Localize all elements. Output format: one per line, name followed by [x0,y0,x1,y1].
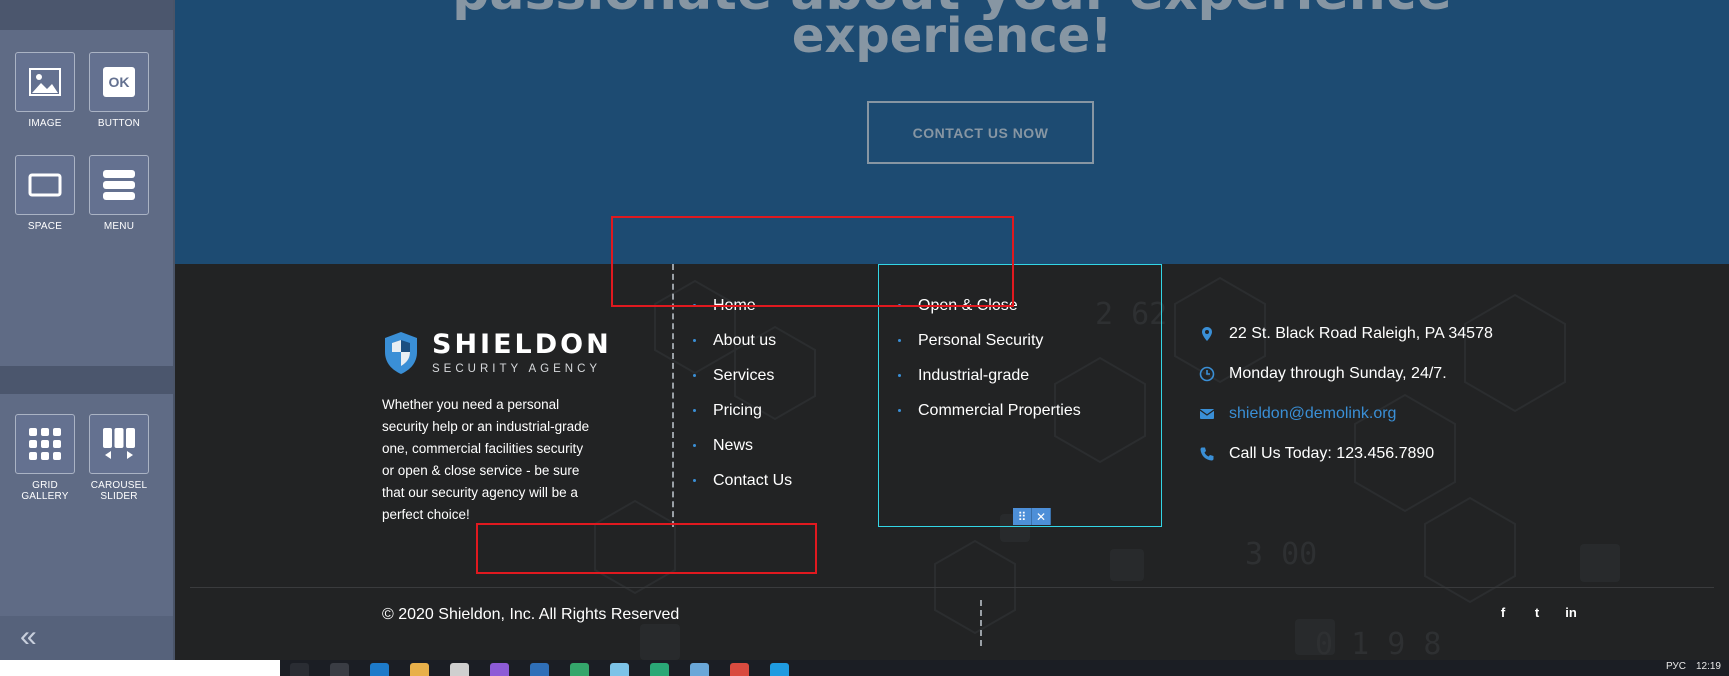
social-links: f t in [1495,604,1579,620]
hours-text: Monday through Sunday, 24/7. [1229,365,1447,382]
space-icon [15,155,75,215]
windows-taskbar: РУС 12:19 [0,660,1729,676]
bullet-icon [693,479,696,482]
phone-icon [1200,447,1214,461]
footer-nav-news[interactable]: News [693,428,792,463]
widget-button[interactable]: OK BUTTON [74,52,164,129]
widget-carousel-slider[interactable]: CAROUSEL SLIDER [74,414,164,502]
edge-icon[interactable] [650,663,669,676]
annotation-box-top [611,216,1014,307]
footer-service-label: Industrial-grade [918,367,1030,384]
drag-handle-icon[interactable]: ⠿ [1013,508,1032,525]
menu-icon [89,155,149,215]
contact-hours: Monday through Sunday, 24/7. [1199,364,1493,404]
bullet-icon [693,409,696,412]
panel-section-divider [0,366,175,394]
ie-icon[interactable] [370,663,389,676]
bullet-icon [693,339,696,342]
widget-menu[interactable]: MENU [74,155,164,232]
panel-header-strip [0,0,175,30]
footer-nav-label: About us [713,332,777,349]
map-marker-icon [1202,327,1212,341]
ok-button-icon: OK [89,52,149,112]
task-view-icon[interactable] [330,663,349,676]
contact-address: 22 St. Black Road Raleigh, PA 34578 [1199,324,1493,364]
bullet-icon [693,374,696,377]
system-tray: РУС 12:19 [1666,661,1721,672]
brand-description: Whether you need a personal security hel… [382,397,590,522]
search-icon[interactable] [290,663,309,676]
calculator-icon[interactable] [690,663,709,676]
footer-service-commercial[interactable]: Commercial Properties [898,393,1081,428]
file-explorer-icon[interactable] [410,663,429,676]
hero-headline: experience! [791,8,1113,64]
chrome-icon[interactable] [730,663,749,676]
footer-nav-contact[interactable]: Contact Us [693,463,792,498]
brand-name: SHIELDON [432,329,612,360]
footer-service-label: Personal Security [918,332,1044,349]
taskbar-pinned-apps [290,663,789,676]
grid-gallery-icon [15,414,75,474]
annotation-box-bottom [476,523,817,574]
taskbar-search-input[interactable] [0,660,280,676]
contact-us-now-button[interactable]: CONTACT US NOW [867,101,1094,164]
footer-service-label: Commercial Properties [918,402,1081,419]
contact-email[interactable]: shieldon@demolink.org [1199,404,1493,444]
footer-divider-line [190,587,1714,588]
shieldon-logo[interactable]: SHIELDON SECURITY AGENCY [382,330,612,376]
collapse-panel-icon[interactable]: « [20,622,37,652]
footer-nav-label: News [713,437,754,454]
mail-icon[interactable] [530,663,549,676]
email-link[interactable]: shieldon@demolink.org [1229,405,1396,422]
app-icon[interactable] [610,663,629,676]
carousel-slider-icon [89,414,149,474]
skype-icon[interactable] [770,663,789,676]
widget-label: BUTTON [97,118,141,129]
language-indicator[interactable]: РУС [1666,661,1686,672]
close-icon[interactable]: ✕ [1032,508,1051,525]
bullet-icon [693,444,696,447]
widget-label: MENU [103,221,135,232]
ok-label: OK [103,67,135,97]
phone-text: Call Us Today: 123.456.7890 [1229,445,1435,462]
footer-services-list: Open & Close Personal Security Industria… [898,288,1081,428]
bullet-icon [898,339,901,342]
address-text: 22 St. Black Road Raleigh, PA 34578 [1229,325,1493,342]
facebook-icon[interactable]: f [1495,604,1511,620]
clock-icon [1199,366,1215,382]
footer-nav-label: Pricing [713,402,762,419]
clock-text[interactable]: 12:19 [1696,661,1721,672]
widget-label: CAROUSEL SLIDER [90,480,148,502]
envelope-icon [1199,409,1215,419]
image-icon [15,52,75,112]
linkedin-icon[interactable]: in [1563,604,1579,620]
footer-nav-label: Contact Us [713,472,793,489]
footer-nav-about[interactable]: About us [693,323,792,358]
footer-nav-label: Services [713,367,775,384]
footer-section: 2 62 3 00 0 1 9 8 SHIELDON SECURITY AGEN… [175,264,1729,660]
bullet-icon [898,374,901,377]
app-icon[interactable] [570,663,589,676]
twitter-icon[interactable]: t [1529,604,1545,620]
bottom-divider [980,600,982,646]
store-icon[interactable] [450,663,469,676]
contact-phone: Call Us Today: 123.456.7890 [1199,444,1493,484]
bullet-icon [898,409,901,412]
footer-service-industrial-grade[interactable]: Industrial-grade [898,358,1081,393]
widget-panel: IMAGE OK BUTTON SPACE MENU GRID GALLERY … [0,0,175,660]
block-toolbar: ⠿ ✕ [1013,508,1051,525]
svg-text:0 1 9 8: 0 1 9 8 [1315,627,1441,660]
app-icon[interactable] [490,663,509,676]
svg-text:3 00: 3 00 [1245,537,1317,572]
brand-tagline: SECURITY AGENCY [432,363,602,375]
footer-nav-services[interactable]: Services [693,358,792,393]
shield-logo-icon [385,332,417,374]
footer-nav-pricing[interactable]: Pricing [693,393,792,428]
footer-nav-list: Home About us Services Pricing News Cont… [693,288,792,498]
copyright-text: © 2020 Shieldon, Inc. All Rights Reserve… [382,606,680,623]
footer-service-personal-security[interactable]: Personal Security [898,323,1081,358]
contact-info: 22 St. Black Road Raleigh, PA 34578 Mond… [1199,324,1493,484]
